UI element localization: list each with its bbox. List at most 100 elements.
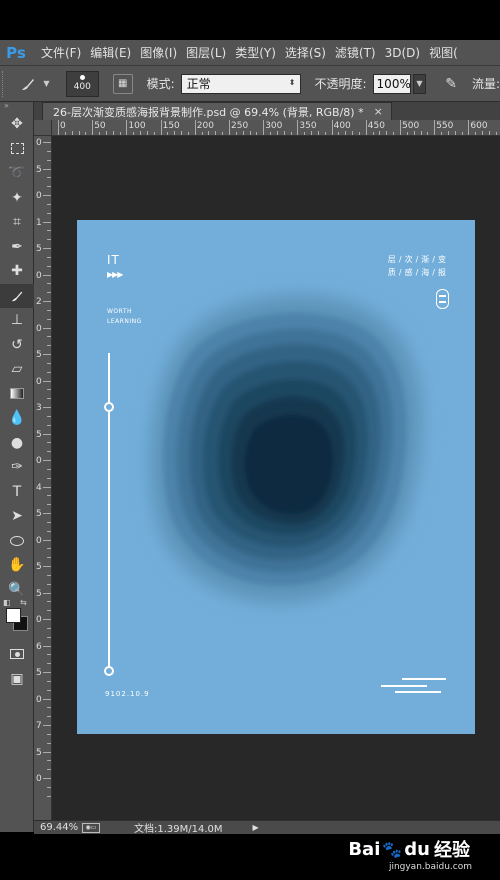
- ruler-v-tick: [47, 636, 51, 638]
- poster-title: 层/次/渐/变 质/感/海/报: [387, 255, 449, 277]
- ruler-h-minor-tick: [352, 131, 354, 135]
- eyedropper-icon[interactable]: ✒: [0, 235, 34, 260]
- dodge-icon[interactable]: ●: [0, 431, 34, 456]
- ruler-v-tick: [47, 530, 51, 532]
- brush-preset-icon[interactable]: [14, 73, 41, 95]
- ruler-h-minor-tick: [119, 132, 121, 135]
- ruler-v-tick: [47, 362, 51, 364]
- screen-mode-icon[interactable]: ▣: [0, 667, 34, 692]
- menu-type[interactable]: 类型(Y): [235, 44, 276, 61]
- document-title: 26-层次渐变质感海报背景制作.psd @ 69.4% (背景, RGB/8) …: [53, 105, 364, 119]
- ruler-v-tick: [47, 583, 51, 585]
- poster-line-1: [402, 678, 446, 680]
- ruler-v-tick: [47, 239, 51, 241]
- move-icon[interactable]: ✥: [0, 112, 34, 137]
- watermark-jingyan: 经验: [434, 840, 470, 861]
- chevron-down-icon[interactable]: ▼: [43, 79, 49, 88]
- type-icon[interactable]: T: [0, 480, 34, 505]
- ruler-h-minor-tick: [386, 131, 388, 135]
- ruler-h-label: 150: [162, 121, 180, 131]
- ruler-v-tick: [47, 477, 51, 479]
- ruler-v-tick: [47, 601, 51, 603]
- stamp-icon[interactable]: ⊥: [0, 308, 34, 333]
- ruler-h-label: 0: [60, 121, 66, 131]
- quick-mask-icon[interactable]: [0, 642, 34, 667]
- healing-icon[interactable]: ✚: [0, 259, 34, 284]
- ruler-v-label: 5: [36, 562, 42, 572]
- crop-icon[interactable]: ⌗: [0, 210, 34, 235]
- pressure-opacity-icon[interactable]: ✎: [440, 72, 462, 95]
- menu-3d[interactable]: 3D(D): [385, 46, 420, 60]
- ruler-h-label: 600: [470, 121, 488, 131]
- mode-select[interactable]: 正常 ⬍: [180, 73, 301, 94]
- horizontal-ruler[interactable]: 0 50 100 150 200 250 300 350 400 450 500 550 600: [52, 120, 500, 136]
- ruler-v-tick: [43, 751, 51, 753]
- ruler-v-tick: [47, 212, 51, 214]
- ruler-v-tick: [47, 345, 51, 347]
- document-tab[interactable]: 26-层次渐变质感海报背景制作.psd @ 69.4% (背景, RGB/8) …: [42, 102, 392, 120]
- poster-canvas[interactable]: IT ▶▶▶ WORTH LEARNING 层/次/渐/变 质/感/海/报 91…: [77, 220, 475, 734]
- history-brush-icon[interactable]: ↺: [0, 333, 34, 358]
- tools-collapse-icon[interactable]: »: [0, 102, 33, 112]
- options-grip[interactable]: [2, 70, 8, 97]
- opacity-dropdown-icon[interactable]: ▼: [412, 73, 427, 94]
- hand-icon[interactable]: ✋: [0, 553, 34, 578]
- marquee-icon[interactable]: [0, 137, 34, 162]
- ruler-corner[interactable]: [34, 120, 52, 136]
- brush-icon[interactable]: [0, 283, 34, 308]
- ruler-h-minor-tick: [242, 131, 244, 135]
- foreground-color[interactable]: [6, 608, 21, 623]
- ruler-h-label: 550: [436, 121, 454, 131]
- shape-icon[interactable]: [0, 529, 34, 554]
- menu-select[interactable]: 选择(S): [285, 44, 326, 61]
- swap-colors-icon[interactable]: ⇆: [20, 598, 27, 607]
- canvas-area[interactable]: IT ▶▶▶ WORTH LEARNING 层/次/渐/变 质/感/海/报 91…: [52, 136, 500, 820]
- ruler-h-label: 100: [128, 121, 146, 131]
- gradient-icon[interactable]: [0, 382, 34, 407]
- ruler-v-tick: [47, 495, 51, 497]
- pen-icon[interactable]: ✑: [0, 455, 34, 480]
- magic-wand-icon[interactable]: ✦: [0, 186, 34, 211]
- ruler-v-tick: [47, 521, 51, 523]
- ruler-h-tick: [297, 120, 299, 135]
- ruler-h-minor-tick: [78, 131, 80, 135]
- menu-edit[interactable]: 编辑(E): [90, 44, 131, 61]
- ruler-v-tick: [47, 468, 51, 470]
- ruler-v-label: 5: [36, 588, 42, 599]
- ruler-h-minor-tick: [379, 131, 381, 135]
- ruler-v-label: 4: [36, 482, 42, 493]
- ruler-v-tick: [47, 371, 51, 373]
- eraser-icon[interactable]: ▱: [0, 357, 34, 382]
- ruler-h-tick: [58, 120, 59, 135]
- ruler-v-label: 5: [36, 509, 42, 519]
- menu-image[interactable]: 图像(I): [140, 44, 177, 61]
- ruler-v-tick: [43, 407, 51, 408]
- lasso-icon[interactable]: ➰: [0, 161, 34, 186]
- menu-filter[interactable]: 滤镜(T): [335, 44, 376, 61]
- status-zoom[interactable]: 69.44%: [40, 822, 82, 833]
- status-doc-size: 文档:1.39M/14.0M: [134, 824, 223, 835]
- path-select-icon[interactable]: ➤: [0, 504, 34, 529]
- vertical-ruler[interactable]: 0 5 0 1 5 0 2 0 5 0 3 5 0 4 5 0 5 5 0 6 5 0 7 5 0: [34, 136, 52, 820]
- ruler-v-label: 6: [36, 641, 42, 652]
- menu-layer[interactable]: 图层(L): [186, 44, 226, 61]
- ruler-v-tick: [47, 398, 51, 400]
- ruler-v-tick: [47, 256, 51, 258]
- close-icon[interactable]: ×: [374, 105, 383, 118]
- status-menu-arrow-icon[interactable]: ▶: [253, 823, 259, 832]
- opacity-input[interactable]: 100%: [372, 73, 411, 94]
- paw-icon: 🐾: [382, 839, 403, 859]
- menu-view[interactable]: 视图(: [429, 44, 458, 61]
- default-colors-icon[interactable]: ◧: [3, 598, 11, 607]
- menu-file[interactable]: 文件(F): [41, 44, 81, 61]
- ruler-h-minor-tick: [105, 131, 107, 135]
- ruler-v-tick: [47, 548, 51, 550]
- poster-date: 9102.10.9: [105, 690, 150, 698]
- status-info-icon[interactable]: ◉▭: [82, 822, 100, 833]
- blur-icon[interactable]: 💧: [0, 406, 34, 431]
- poster-logo-icon: [436, 289, 449, 309]
- brush-panel-toggle-icon[interactable]: ▦: [112, 73, 133, 94]
- brush-size-picker[interactable]: 400: [65, 70, 99, 97]
- poster-line-3: [395, 691, 441, 693]
- ruler-h-minor-tick: [495, 132, 497, 135]
